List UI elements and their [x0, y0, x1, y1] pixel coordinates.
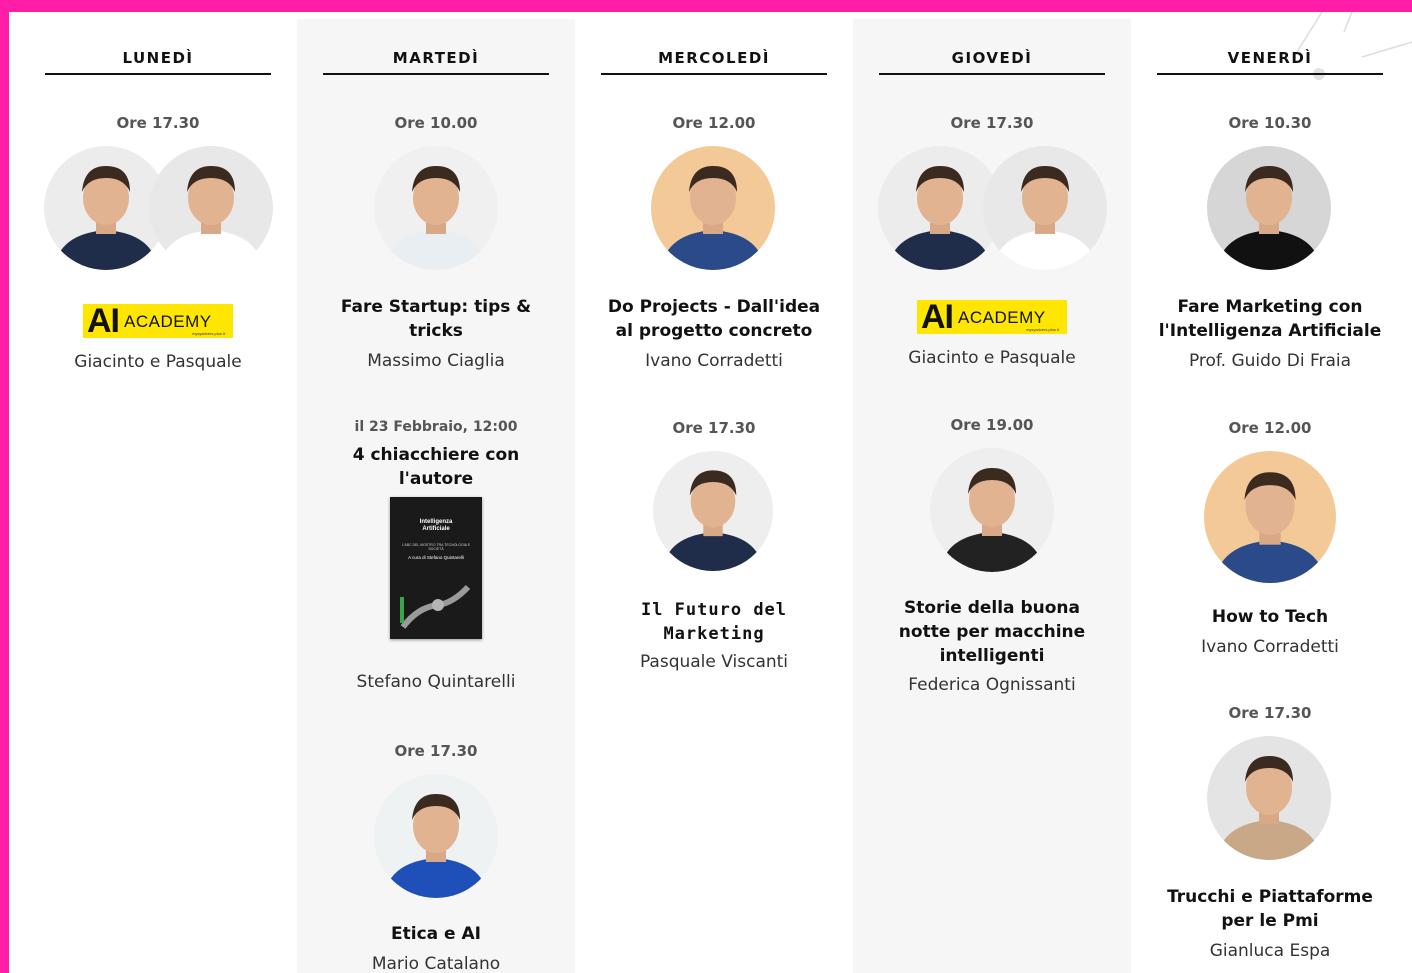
event-title-line: l'autore — [398, 469, 474, 489]
speaker-photo[interactable] — [1207, 736, 1331, 860]
speaker-photo[interactable] — [930, 448, 1054, 572]
event-title-line: tricks — [409, 321, 463, 341]
book-subtitle: L'ABC DEL MOSTRO TRA TECNOLOGIA E SOCIET… — [401, 543, 471, 551]
speaker-name: Giacinto e Pasquale — [74, 352, 242, 372]
day-header: VENERDÌ — [1157, 49, 1383, 75]
event-time: Ore 17.30 — [116, 114, 200, 132]
column-monday: LUNEDÌ Ore 17.30 AI ACADEMY mysyadvers.p… — [19, 19, 297, 973]
event-time: Ore 19.00 — [950, 416, 1034, 434]
logo-ai-text: AI — [921, 298, 954, 336]
speaker-name: Giacinto e Pasquale — [908, 348, 1076, 368]
event-title[interactable]: Storie della buona notte per macchine in… — [859, 596, 1125, 668]
event-title[interactable]: Il Futuro del Marketing — [581, 598, 847, 646]
event-title-line: Marketing — [663, 624, 765, 644]
ai-academy-logo: AI ACADEMY mysyadvers.plus.it — [917, 300, 1067, 334]
event-title-line: Storie della buona — [904, 598, 1080, 618]
speaker-name: Federica Ognissanti — [908, 675, 1076, 695]
day-header: MERCOLEDÌ — [601, 49, 827, 75]
speaker-photo[interactable] — [983, 146, 1107, 270]
event-time: Ore 10.00 — [394, 114, 478, 132]
event-title[interactable]: 4 chiacchiere con l'autore — [303, 443, 569, 491]
book-title-line: Artificiale — [422, 526, 450, 532]
event-time: Ore 12.00 — [672, 114, 756, 132]
column-wednesday: MERCOLEDÌ Ore 12.00 Do Projects - Dall'i… — [575, 19, 853, 973]
event-time: Ore 17.30 — [394, 742, 478, 760]
event-time: Ore 12.00 — [1228, 419, 1312, 437]
ai-academy-logo: AI ACADEMY mysyadvers.plus.it — [83, 304, 233, 338]
speaker-photo[interactable] — [1207, 146, 1331, 270]
event-time: Ore 17.30 — [1228, 704, 1312, 722]
event-time: Ore 17.30 — [672, 419, 756, 437]
speaker-photo[interactable] — [149, 146, 273, 270]
speaker-name: Prof. Guido Di Fraia — [1188, 351, 1352, 371]
speaker-name: Pasquale Viscanti — [639, 652, 789, 672]
event-title[interactable]: Trucchi e Piattaforme per le Pmi — [1137, 885, 1403, 933]
event-time: Ore 17.30 — [950, 114, 1034, 132]
event-title[interactable]: Fare Startup: tips & tricks — [303, 295, 569, 343]
robot-hand-image — [400, 584, 471, 629]
event-title-line: Il Futuro del — [640, 600, 788, 620]
speaker-name: Ivano Corradetti — [645, 351, 783, 371]
event-title-line: Trucchi e Piattaforme — [1167, 887, 1373, 907]
book-title: Intelligenza Artificiale — [400, 519, 472, 533]
event-title-line: Fare Marketing con — [1177, 297, 1363, 317]
column-tuesday: MARTEDÌ Ore 10.00 Fare Startup: tips & t… — [297, 19, 575, 973]
book-cover[interactable]: Intelligenza Artificiale L'ABC DEL MOSTR… — [390, 497, 482, 639]
book-title-line: Intelligenza — [419, 519, 453, 525]
speaker-photo[interactable] — [651, 146, 775, 270]
event-title-line: per le Pmi — [1221, 911, 1319, 931]
event-title-line: Do Projects - Dall'idea — [607, 297, 821, 317]
event-title[interactable]: Fare Marketing con l'Intelligenza Artifi… — [1137, 295, 1403, 343]
event-title[interactable]: How to Tech — [1137, 605, 1403, 629]
day-header: GIOVEDÌ — [879, 49, 1105, 75]
event-title[interactable]: Do Projects - Dall'idea al progetto conc… — [581, 295, 847, 343]
speaker-photo[interactable] — [1204, 451, 1336, 583]
logo-ai-text: AI — [87, 302, 120, 340]
column-thursday: GIOVEDÌ Ore 17.30 AI ACADEMY mysyadvers.… — [853, 19, 1131, 973]
schedule-page: LUNEDÌ Ore 17.30 AI ACADEMY mysyadvers.p… — [9, 12, 1412, 973]
day-header: MARTEDÌ — [323, 49, 549, 75]
speaker-name: Gianluca Espa — [1209, 941, 1331, 961]
speaker-photo[interactable] — [374, 146, 498, 270]
logo-subtext: mysyadvers.plus.it — [192, 331, 225, 336]
event-date: il 23 Febbraio, 12:00 — [354, 419, 518, 435]
event-title-line: l'Intelligenza Artificiale — [1158, 321, 1382, 341]
event-title-line: 4 chiacchiere con — [352, 445, 520, 465]
event-title-line: al progetto concreto — [615, 321, 813, 341]
logo-academy-text: ACADEMY — [124, 312, 212, 331]
event-title-line: Fare Startup: tips & — [340, 297, 532, 317]
speaker-name: Stefano Quintarelli — [356, 672, 516, 692]
event-title-line: intelligenti — [939, 646, 1045, 666]
speaker-photo[interactable] — [653, 451, 773, 571]
speaker-photo[interactable] — [374, 774, 498, 898]
day-header: LUNEDÌ — [45, 49, 271, 75]
logo-subtext: mysyadvers.plus.it — [1026, 327, 1059, 332]
event-time: Ore 10.30 — [1228, 114, 1312, 132]
column-friday: VENERDÌ Ore 10.30 Fare Marketing con l'I… — [1131, 19, 1409, 973]
event-title[interactable]: Etica e AI — [303, 922, 569, 946]
event-title-line: notte per macchine — [898, 622, 1086, 642]
speaker-name: Mario Catalano — [371, 954, 501, 973]
book-author: A cura di Stefano Quintarelli — [408, 555, 464, 560]
speaker-name: Massimo Ciaglia — [367, 351, 505, 371]
speaker-name: Ivano Corradetti — [1201, 637, 1339, 657]
logo-academy-text: ACADEMY — [958, 308, 1046, 327]
